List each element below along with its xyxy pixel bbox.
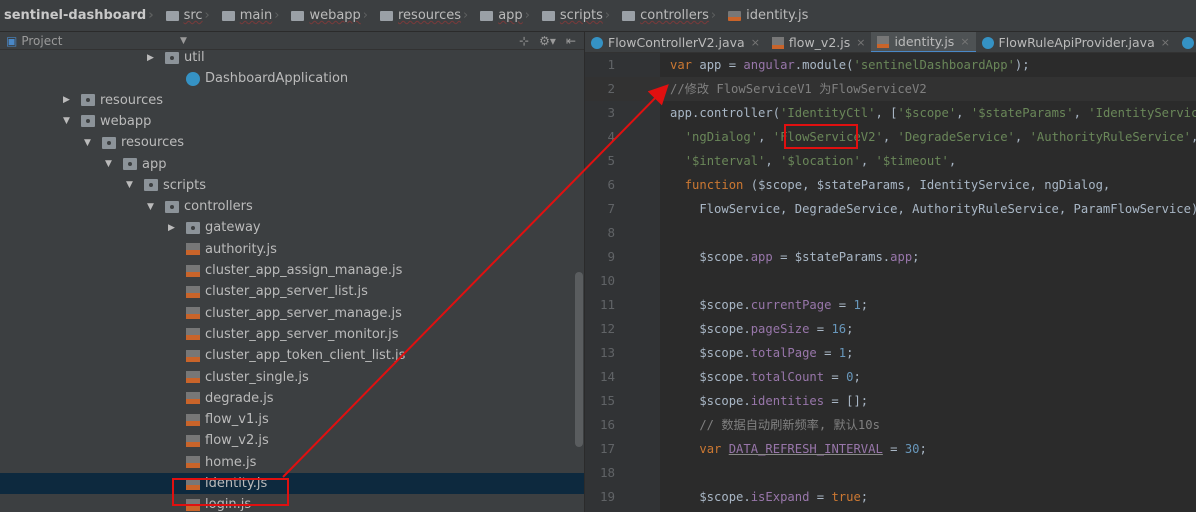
- annotation-arrow: [282, 84, 669, 478]
